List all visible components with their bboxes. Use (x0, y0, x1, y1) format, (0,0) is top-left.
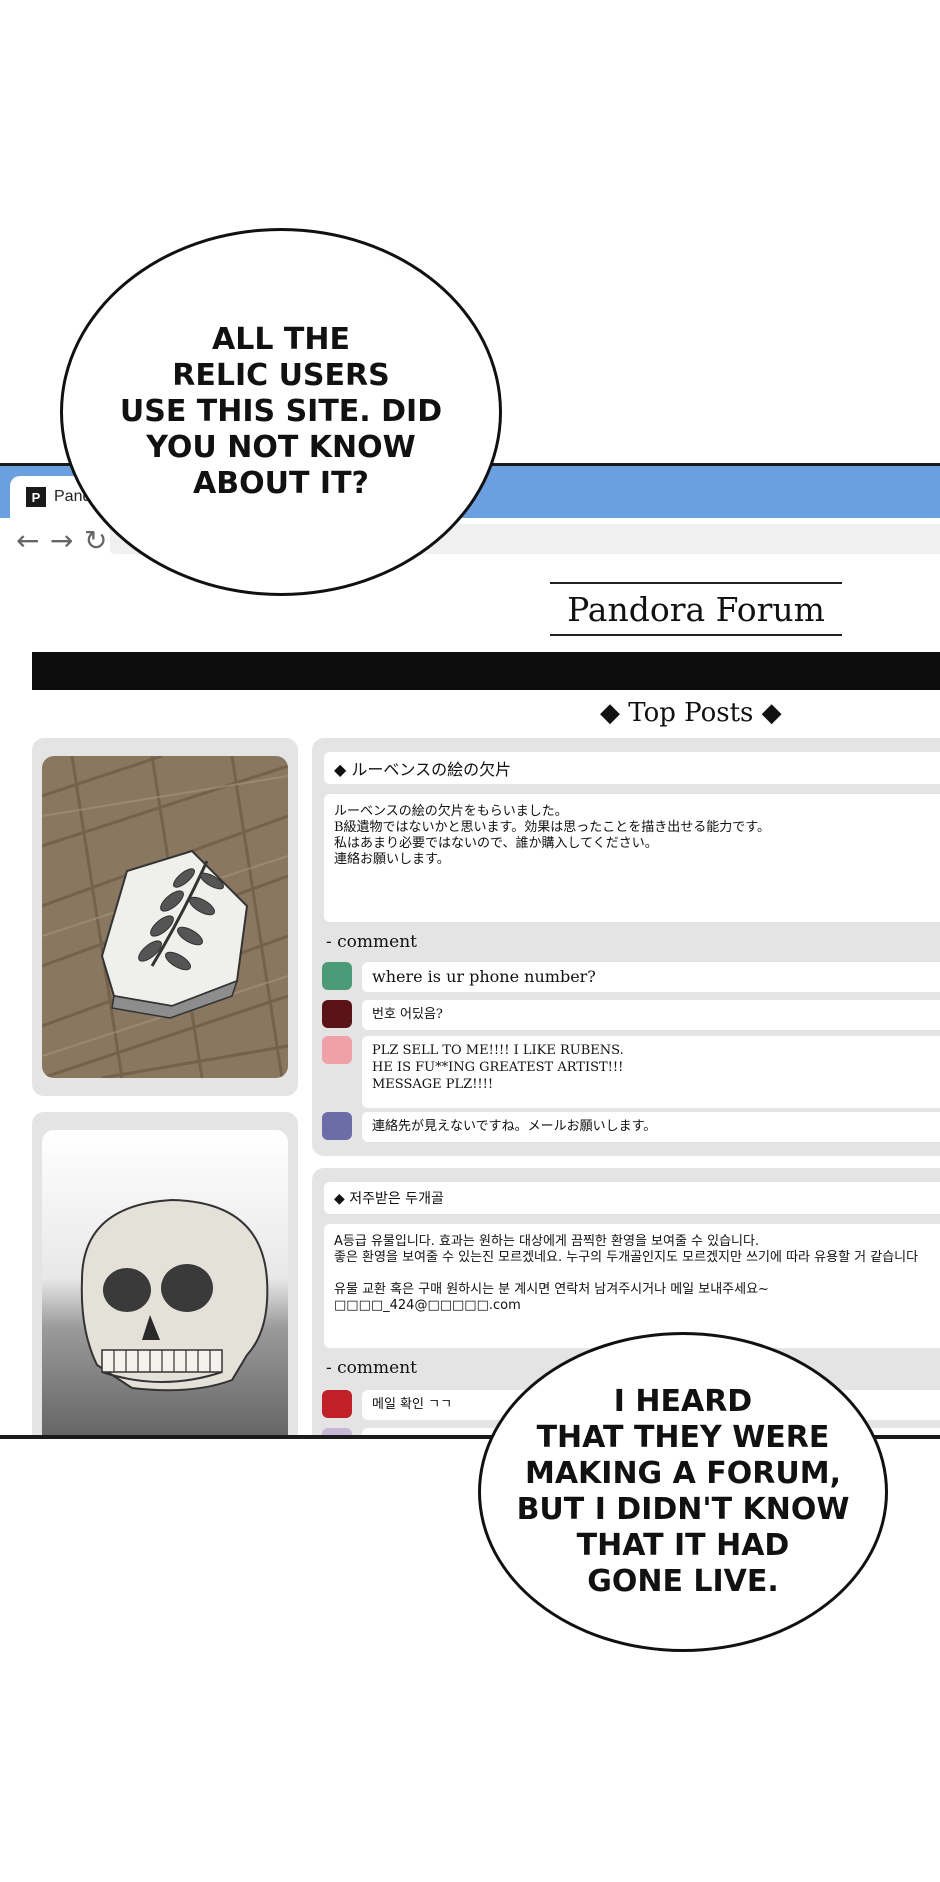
page-content: Pandora Forum ◆ Top Posts ◆ ◆ ルーベンスの絵の欠片… (0, 560, 940, 1435)
commenter-avatar[interactable] (322, 1428, 352, 1435)
post-image-card[interactable] (32, 1112, 298, 1435)
speech-balloon-top: ALL THE RELIC USERS USE THIS SITE. DID Y… (60, 228, 502, 596)
site-favicon-icon: P (26, 487, 46, 507)
speech-balloon-bottom: I HEARD THAT THEY WERE MAKING A FORUM, B… (478, 1332, 888, 1652)
commenter-avatar[interactable] (322, 1000, 352, 1028)
commenter-avatar[interactable] (322, 962, 352, 990)
commenter-avatar[interactable] (322, 1036, 352, 1064)
comment-label: - comment (326, 932, 417, 952)
site-title: Pandora Forum (550, 582, 842, 636)
back-arrow-icon[interactable]: ← (16, 524, 39, 557)
comment-item: 번호 어딨음? (322, 1000, 940, 1030)
comment-text: 번호 어딨음? (362, 1000, 940, 1030)
post-image-card[interactable] (32, 738, 298, 1096)
reload-icon[interactable]: ↻ (84, 524, 107, 557)
post-body: ルーベンスの絵の欠片をもらいました。 B級遺物ではないかと思います。効果は思った… (324, 794, 940, 922)
comment-label: - comment (326, 1358, 417, 1378)
section-title: ◆ Top Posts ◆ (600, 698, 782, 728)
commenter-avatar[interactable] (322, 1112, 352, 1140)
comment-text: PLZ SELL TO ME!!!! I LIKE RUBENS. HE IS … (362, 1036, 940, 1108)
browser-window: P Pandora ← → ↻ Pandora Forum ◆ Top Post… (0, 463, 940, 1439)
painting-fragment-image (42, 756, 288, 1078)
comment-text: where is ur phone number? (362, 962, 940, 992)
comment-item: where is ur phone number? (322, 962, 940, 992)
site-header-bar (32, 652, 940, 690)
forward-arrow-icon[interactable]: → (50, 524, 73, 557)
post-title[interactable]: ◆ ルーベンスの絵の欠片 (324, 752, 940, 784)
commenter-avatar[interactable] (322, 1390, 352, 1418)
comment-text: 連絡先が見えないですね。メールお願いします。 (362, 1112, 940, 1142)
forum-post: ◆ ルーベンスの絵の欠片 ルーベンスの絵の欠片をもらいました。 B級遺物ではない… (312, 738, 940, 1156)
skull-image (42, 1130, 288, 1435)
post-title[interactable]: ◆ 저주받은 두개골 (324, 1182, 940, 1214)
comment-item: 連絡先が見えないですね。メールお願いします。 (322, 1112, 940, 1142)
post-body: A등급 유물입니다. 효과는 원하는 대상에게 끔찍한 환영을 보여줄 수 있습… (324, 1224, 940, 1348)
comment-item: PLZ SELL TO ME!!!! I LIKE RUBENS. HE IS … (322, 1036, 940, 1114)
